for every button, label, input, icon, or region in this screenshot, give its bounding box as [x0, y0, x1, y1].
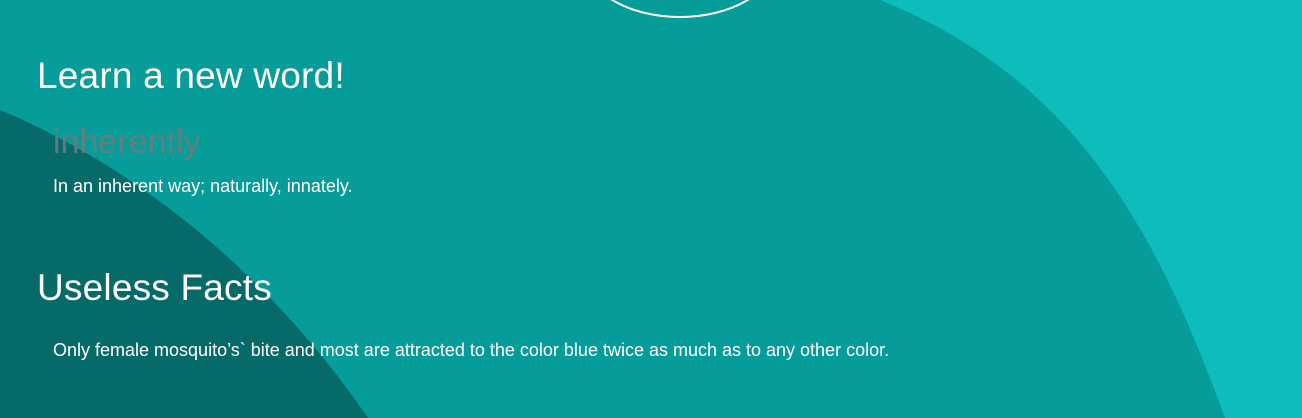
word-definition: In an inherent way; naturally, innately. [53, 176, 353, 196]
word-of-the-day: inherently [53, 123, 201, 161]
content-area: Learn a new word! inherently In an inher… [0, 0, 1302, 418]
learn-word-heading: Learn a new word! [37, 55, 345, 96]
fact-text: Only female mosquito’s` bite and most ar… [53, 340, 890, 360]
useless-facts-heading: Useless Facts [37, 267, 272, 308]
